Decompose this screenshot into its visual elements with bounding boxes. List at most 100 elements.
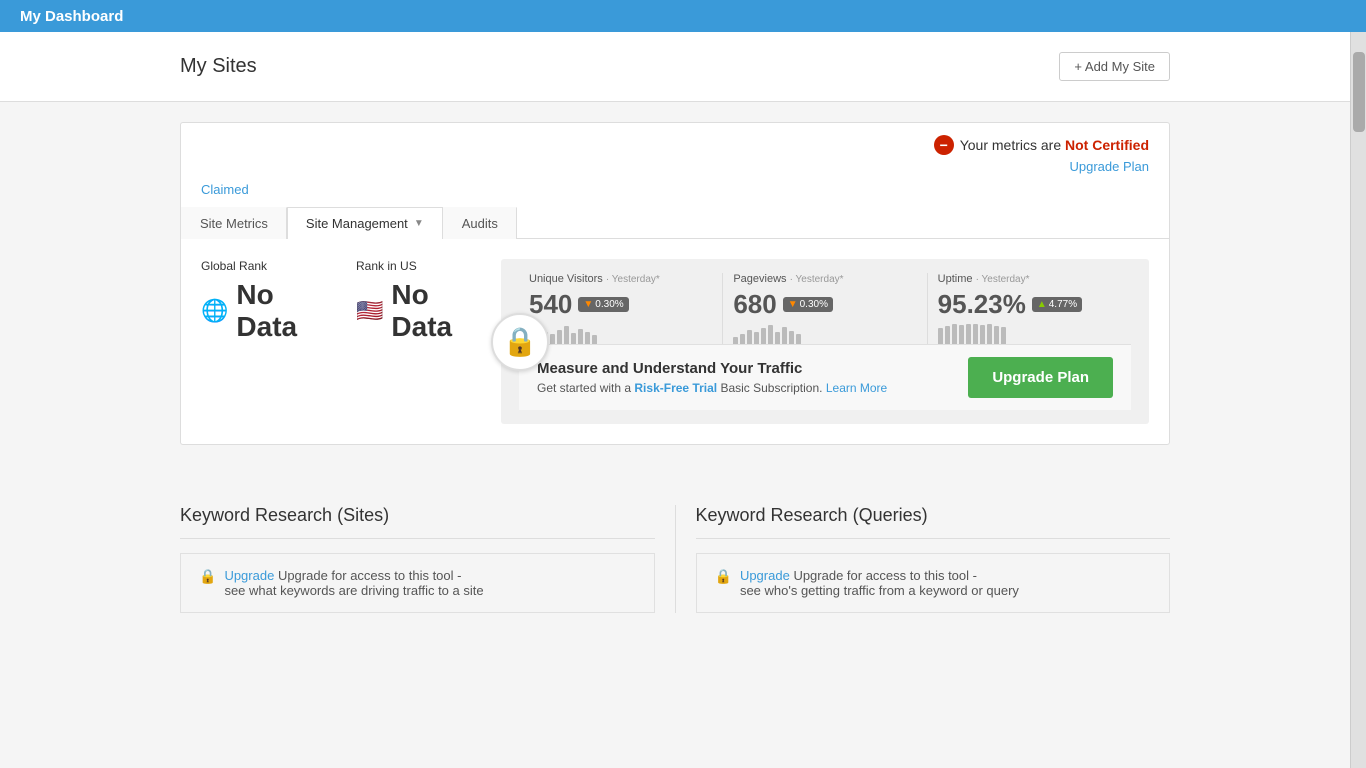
traffic-col-pageviews: Pageviews · Yesterday* 680 ▼ 0.30% <box>723 273 927 344</box>
global-rank-value: 🌐 No Data <box>201 279 326 343</box>
lock-icon: 🔒 <box>503 325 538 358</box>
keyword-queries-upgrade-link[interactable]: Upgrade <box>740 568 790 583</box>
bar <box>550 334 555 344</box>
keyword-sites-upgrade-box: 🔒 Upgrade Upgrade for access to this too… <box>180 553 655 613</box>
learn-more-link[interactable]: Learn More <box>826 381 887 395</box>
bar <box>754 332 759 344</box>
traffic-section: 🔒 Unique Visitors · Yesterday* 540 <box>501 259 1149 424</box>
promo-subtitle: Get started with a Risk-Free Trial Basic… <box>537 381 887 395</box>
cert-text: Your metrics are Not Certified <box>960 137 1149 153</box>
lock-overlay: 🔒 <box>491 313 549 371</box>
traffic-columns: Unique Visitors · Yesterday* 540 ▼ 0.30% <box>519 273 1131 344</box>
global-rank-col: Global Rank 🌐 No Data <box>201 259 326 343</box>
visitors-badge: ▼ 0.30% <box>578 297 628 312</box>
pageviews-value-row: 680 ▼ 0.30% <box>733 289 916 320</box>
rank-section: Global Rank 🌐 No Data Rank in US 🇺🇸 <box>201 259 481 424</box>
bar <box>768 325 773 344</box>
upgrade-plan-button[interactable]: Upgrade Plan <box>968 357 1113 398</box>
chevron-down-icon: ▼ <box>414 218 424 229</box>
lock-small-icon: 🔒 <box>715 568 732 585</box>
keyword-sites-col: Keyword Research (Sites) 🔒 Upgrade Upgra… <box>180 505 676 613</box>
cert-prefix: Your metrics are <box>960 137 1065 153</box>
risk-free-label: Risk-Free Trial <box>634 381 717 395</box>
main-content: My Sites + Add My Site − Your metrics ar… <box>0 32 1350 768</box>
tabs-row: Site Metrics Site Management ▼ Audits <box>181 207 1169 239</box>
visitors-value-row: 540 ▼ 0.30% <box>529 289 712 320</box>
bar <box>592 335 597 344</box>
visitors-chart <box>529 324 712 344</box>
bar <box>578 329 583 344</box>
promo-title: Measure and Understand Your Traffic <box>537 360 887 377</box>
keyword-sections: Keyword Research (Sites) 🔒 Upgrade Upgra… <box>0 465 1350 633</box>
my-sites-section: My Sites + Add My Site <box>0 32 1350 102</box>
tab-site-management[interactable]: Site Management ▼ <box>287 207 443 239</box>
keyword-queries-title: Keyword Research (Queries) <box>696 505 1171 539</box>
bar <box>987 324 992 344</box>
bar <box>994 326 999 344</box>
uptime-badge: ▲ 4.77% <box>1032 297 1082 312</box>
bar <box>1001 327 1006 344</box>
not-certified-label: Not Certified <box>1065 137 1149 153</box>
us-flag-icon: 🇺🇸 <box>356 298 383 324</box>
globe-icon: 🌐 <box>201 298 228 324</box>
us-rank-col: Rank in US 🇺🇸 No Data <box>356 259 481 343</box>
upgrade-plan-link[interactable]: Upgrade Plan <box>181 155 1169 174</box>
uptime-label: Uptime · Yesterday* <box>938 273 1121 285</box>
pageviews-badge: ▼ 0.30% <box>783 297 833 312</box>
bar <box>585 332 590 344</box>
bar <box>789 331 794 344</box>
bar <box>740 334 745 344</box>
header-title: My Dashboard <box>20 8 123 25</box>
keyword-sites-upgrade-link[interactable]: Upgrade <box>224 568 274 583</box>
uptime-value: 95.23% <box>938 289 1026 320</box>
pageviews-label: Pageviews · Yesterday* <box>733 273 916 285</box>
global-rank-label: Global Rank <box>201 259 326 273</box>
pageviews-chart <box>733 324 916 344</box>
bar <box>775 332 780 344</box>
bar <box>796 334 801 344</box>
tab-audits[interactable]: Audits <box>443 207 517 239</box>
traffic-col-uptime: Uptime · Yesterday* 95.23% ▲ 4.77% <box>928 273 1131 344</box>
lock-small-icon: 🔒 <box>199 568 216 585</box>
keyword-queries-col: Keyword Research (Queries) 🔒 Upgrade Upg… <box>696 505 1171 613</box>
bar <box>959 325 964 344</box>
site-card: − Your metrics are Not Certified Upgrade… <box>180 122 1170 445</box>
bar <box>938 328 943 344</box>
bar <box>973 324 978 344</box>
bar <box>571 333 576 344</box>
arrow-up-icon: ▲ <box>1037 299 1047 310</box>
uptime-chart <box>938 324 1121 344</box>
pageviews-value: 680 <box>733 289 776 320</box>
upgrade-promo: Measure and Understand Your Traffic Get … <box>519 344 1131 410</box>
arrow-down-icon: ▼ <box>583 299 593 310</box>
cert-status-bar: − Your metrics are Not Certified <box>181 123 1169 155</box>
arrow-down-icon: ▼ <box>788 299 798 310</box>
scrollbar-thumb[interactable] <box>1353 52 1365 132</box>
us-rank-value: 🇺🇸 No Data <box>356 279 481 343</box>
bar <box>980 325 985 344</box>
header: My Dashboard <box>0 0 1366 32</box>
tab-site-metrics[interactable]: Site Metrics <box>181 207 287 239</box>
bar <box>952 324 957 344</box>
us-rank-label: Rank in US <box>356 259 481 273</box>
traffic-col-visitors: Unique Visitors · Yesterday* 540 ▼ 0.30% <box>519 273 723 344</box>
bar <box>761 328 766 344</box>
my-sites-title: My Sites <box>180 55 257 78</box>
bar <box>747 330 752 344</box>
keyword-sites-title: Keyword Research (Sites) <box>180 505 655 539</box>
keyword-queries-upgrade-box: 🔒 Upgrade Upgrade for access to this too… <box>696 553 1171 613</box>
promo-text: Measure and Understand Your Traffic Get … <box>537 360 887 395</box>
scrollbar-track[interactable] <box>1350 32 1366 768</box>
visitors-label: Unique Visitors · Yesterday* <box>529 273 712 285</box>
visitors-value: 540 <box>529 289 572 320</box>
bar <box>733 337 738 344</box>
claimed-label: Claimed <box>181 174 1169 197</box>
bar <box>782 327 787 344</box>
add-site-button[interactable]: + Add My Site <box>1059 52 1170 81</box>
bar <box>557 330 562 344</box>
metrics-area: Global Rank 🌐 No Data Rank in US 🇺🇸 <box>181 239 1169 444</box>
bar <box>564 326 569 344</box>
uptime-value-row: 95.23% ▲ 4.77% <box>938 289 1121 320</box>
rank-columns: Global Rank 🌐 No Data Rank in US 🇺🇸 <box>201 259 481 343</box>
bar <box>945 326 950 344</box>
